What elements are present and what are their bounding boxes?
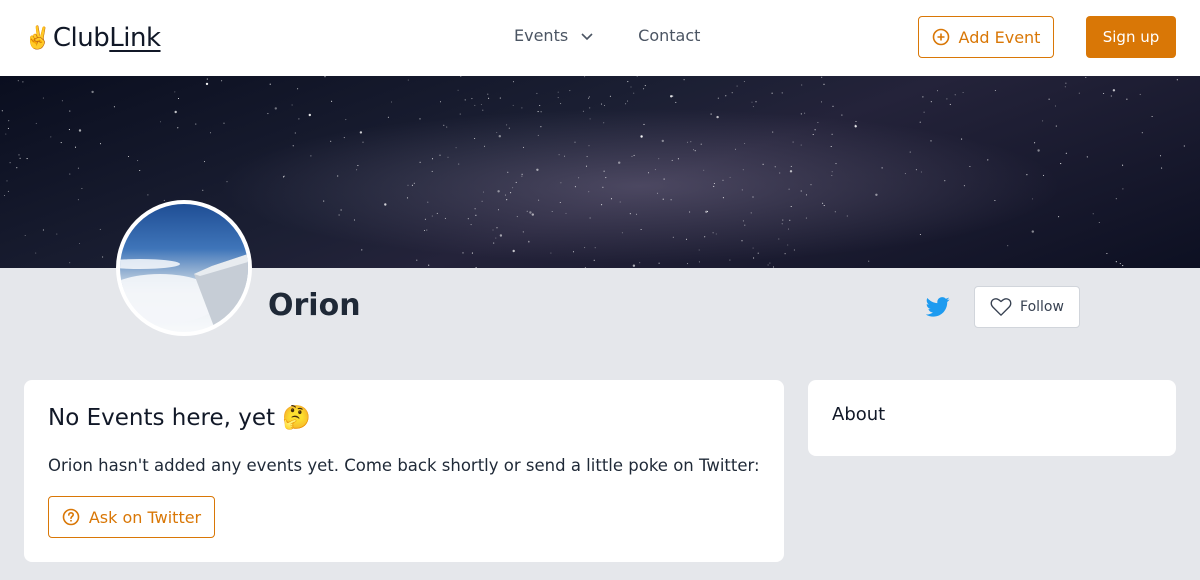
victory-hand-icon: ✌️ [24,25,51,51]
ask-on-twitter-button[interactable]: Ask on Twitter [48,496,215,538]
follow-label: Follow [1020,299,1064,315]
about-heading: About [832,404,886,425]
question-circle-icon [62,508,80,526]
club-name-heading: Orion [268,288,361,323]
events-card: No Events here, yet 🤔 Orion hasn't added… [24,380,784,562]
ask-on-twitter-label: Ask on Twitter [88,507,202,527]
nav-contact-label: Contact [638,26,701,45]
chevron-down-icon [581,32,593,40]
plus-circle-icon [932,28,949,46]
no-events-message: Orion hasn't added any events yet. Come … [48,456,760,475]
logo-text-link: Link [109,23,161,53]
clublink-logo[interactable]: ✌️ Club Link [24,20,161,56]
sign-up-button[interactable]: Sign up [1086,16,1176,58]
twitter-link[interactable] [925,296,950,318]
airplane-wing-image [120,254,248,332]
nav-events-dropdown[interactable]: Events [514,26,594,45]
logo-text-club: Club [52,23,110,53]
nav-events-label: Events [514,26,569,45]
top-navbar: ✌️ Club Link Events Contact Add Event Sig… [0,0,1200,76]
no-events-heading: No Events here, yet 🤔 [48,405,311,431]
club-avatar [116,200,252,336]
sign-up-label: Sign up [1102,28,1160,46]
add-event-button[interactable]: Add Event [918,16,1054,58]
main-nav: Events Contact [514,26,700,45]
nav-contact-link[interactable]: Contact [638,26,700,45]
heart-icon [990,298,1012,316]
about-card: About [808,380,1176,456]
add-event-label: Add Event [958,27,1041,47]
twitter-bird-icon [925,297,950,317]
follow-button[interactable]: Follow [974,286,1080,328]
